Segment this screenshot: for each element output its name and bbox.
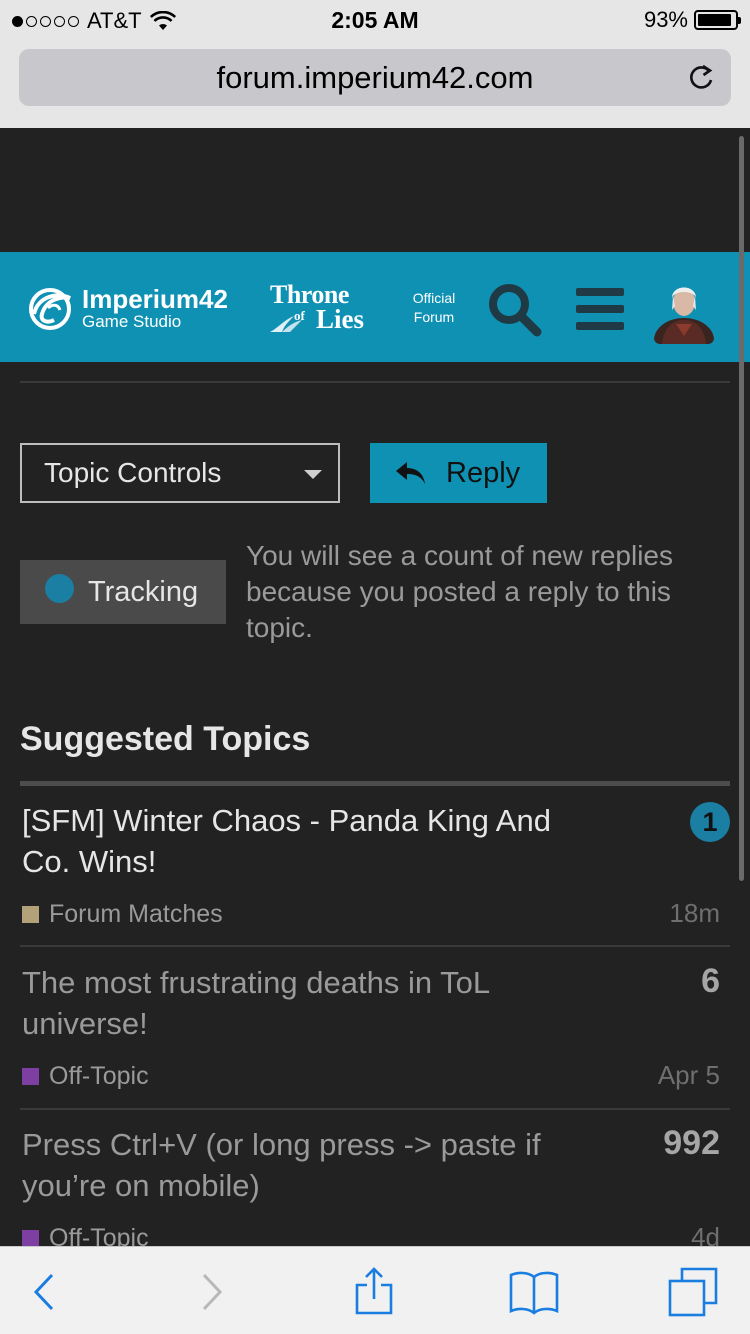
reply-arrow-icon: [396, 462, 425, 484]
battery-percent: 93%: [643, 7, 688, 32]
reply-count: 992: [663, 1124, 720, 1162]
topic-row[interactable]: Press Ctrl+V (or long press -> paste if …: [20, 1124, 730, 1252]
throne-of-lies-logo[interactable]: Throne of Lies: [266, 280, 386, 336]
reload-icon[interactable]: [685, 61, 717, 93]
back-icon[interactable]: [18, 1267, 70, 1317]
browser-chrome: forum.imperium42.com: [0, 40, 750, 128]
throne-wing-icon: [270, 316, 302, 332]
suggested-divider: [20, 781, 730, 786]
topic-title[interactable]: [SFM] Winter Chaos - Panda King And Co. …: [22, 800, 582, 882]
category-swatch: [22, 906, 39, 923]
new-posts-badge[interactable]: 1: [690, 802, 730, 842]
search-icon[interactable]: [484, 279, 544, 339]
brand-sub: Game Studio: [82, 312, 182, 331]
imperium42-logo[interactable]: Imperium42 Game Studio: [24, 284, 228, 332]
forum-label: Forum: [413, 309, 455, 325]
topic-row[interactable]: [SFM] Winter Chaos - Panda King And Co. …: [20, 800, 730, 947]
topic-age: Apr 5: [657, 1060, 720, 1090]
official-forum-label: Official Forum: [406, 289, 462, 327]
reply-button[interactable]: Reply: [370, 443, 547, 503]
forward-icon[interactable]: [186, 1267, 238, 1317]
clock: 2:05 AM: [331, 7, 419, 33]
throne-logo-line2: Lies: [316, 304, 365, 334]
topic-divider: [20, 945, 730, 947]
chevron-down-icon: [304, 470, 322, 479]
imperium-swirl-icon: [29, 288, 71, 330]
hamburger-menu-icon[interactable]: [576, 288, 624, 330]
status-bar: AT&T 2:05 AM 93%: [0, 0, 750, 40]
category-label: Off-Topic: [49, 1062, 149, 1090]
topic-category[interactable]: Off-Topic: [22, 1062, 149, 1091]
topic-divider: [20, 1108, 730, 1110]
bookmarks-icon[interactable]: [508, 1267, 560, 1317]
page-spacer: [0, 128, 750, 252]
battery-icon: [694, 10, 741, 30]
tracking-dot-icon: [45, 573, 74, 603]
user-avatar[interactable]: [654, 274, 714, 344]
notification-tracking-button[interactable]: Tracking: [20, 560, 226, 624]
category-label: Forum Matches: [49, 900, 223, 928]
reply-count: 6: [701, 962, 720, 1000]
official-label: Official: [412, 290, 456, 306]
suggested-topics-heading: Suggested Topics: [20, 720, 311, 758]
topic-title[interactable]: The most frustrating deaths in ToL unive…: [22, 962, 582, 1044]
page-scrollbar[interactable]: [739, 136, 744, 881]
tabs-icon[interactable]: [668, 1267, 720, 1317]
topic-age: 18m: [669, 898, 720, 928]
browser-toolbar: [0, 1246, 750, 1334]
status-right: 93%: [643, 7, 741, 33]
topic-title[interactable]: Press Ctrl+V (or long press -> paste if …: [22, 1124, 582, 1206]
tracking-label: Tracking: [88, 575, 199, 608]
share-icon[interactable]: [348, 1267, 400, 1317]
url-text[interactable]: forum.imperium42.com: [217, 60, 534, 96]
topic-controls-label: Topic Controls: [44, 457, 222, 488]
battery-fill: [698, 14, 732, 26]
throne-logo-of: of: [294, 308, 305, 323]
category-swatch: [22, 1068, 39, 1085]
site-header: Imperium42 Game Studio Throne of Lies Of…: [0, 252, 750, 362]
topic-category[interactable]: Forum Matches: [22, 900, 223, 929]
divider: [20, 381, 730, 383]
brand-name: Imperium42: [82, 284, 228, 314]
address-bar[interactable]: forum.imperium42.com: [19, 49, 731, 106]
topic-controls-dropdown[interactable]: Topic Controls: [20, 443, 340, 503]
category-swatch: [22, 1230, 39, 1247]
topic-row[interactable]: The most frustrating deaths in ToL unive…: [20, 962, 730, 1110]
tracking-description: You will see a count of new replies beca…: [246, 540, 673, 643]
reply-label: Reply: [446, 456, 521, 489]
